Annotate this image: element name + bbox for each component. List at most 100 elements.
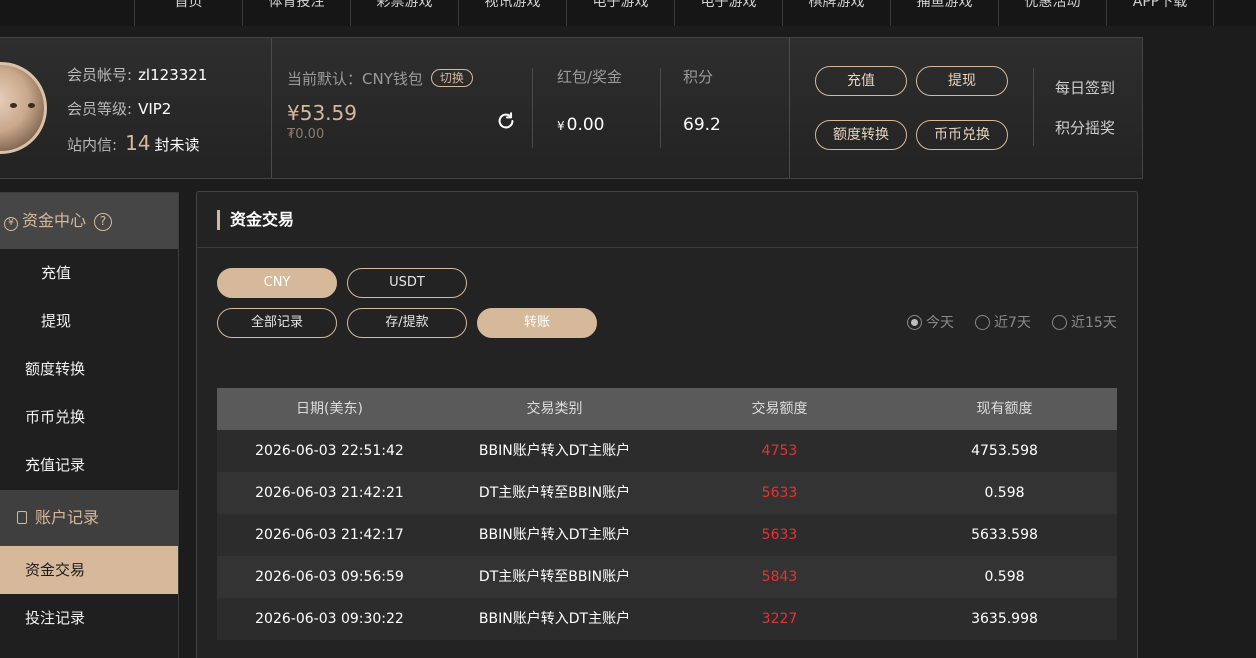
unread-text[interactable]: 封未读 [155,136,200,154]
points-info: 积分 69.2 [683,66,721,135]
filter-deposit-withdraw[interactable]: 存/提款 [347,308,467,338]
avatar[interactable] [0,62,47,154]
cell-type: BBIN账户转入DT主账户 [478,443,631,459]
table-body: 2026-06-03 22:51:42 BBIN账户转入DT主账户 4753 4… [217,430,1117,640]
unread-count[interactable]: 14 [125,131,150,155]
points-shake-link[interactable]: 积分摇奖 [1055,117,1115,138]
account-panel: 会员帐号: zl123321 会员等级: VIP2 站内信: 14 封未读 当前默认：C… [0,37,1143,179]
column-header-type: 交易类别 [526,401,583,417]
coin-exchange-button[interactable]: 币币兑换 [916,120,1008,150]
points-value: 69.2 [683,115,721,135]
daily-checkin-link[interactable]: 每日签到 [1055,77,1115,98]
deposit-button[interactable]: 充值 [815,66,907,96]
table-row: 2026-06-03 21:42:17 BBIN账户转入DT主账户 5633 5… [217,514,1117,556]
refresh-icon[interactable] [495,110,517,132]
bonus-label: 红包/奖金 [557,68,623,86]
radio-7-days[interactable]: 近7天 [975,314,1031,332]
nav-item-electronic[interactable]: 电子游戏 [566,0,674,26]
column-header-amount: 交易额度 [751,401,808,417]
sidebar: ¥ 资金中心? 充值 提现 额度转换 币币兑换 充值记录 账户记录 资金交易 投注… [0,192,179,658]
wallet-info: 当前默认：CNY钱包 切换 ¥53.59 ₮0.00 [287,68,473,142]
avatar-eye [10,103,17,108]
column-header-date: 日期(美东) [296,401,363,417]
member-info: 会员帐号: zl123321 会员等级: VIP2 站内信: 14 封未读 [67,64,207,166]
switch-wallet-button[interactable]: 切换 [430,69,473,87]
cell-date: 2026-06-03 21:42:17 [255,527,404,543]
sidebar-item-deposit[interactable]: 充值 [0,249,178,297]
table-row: 2026-06-03 09:30:22 BBIN账户转入DT主账户 3227 3… [217,598,1117,640]
transactions-table: 日期(美东) 交易类别 交易额度 现有额度 2026-06-03 22:51:4… [217,388,1117,640]
cell-balance: 4753.598 [971,443,1038,459]
tab-cny[interactable]: CNY [217,268,337,298]
filter-all-records[interactable]: 全部记录 [217,308,337,338]
table-row: 2026-06-03 09:56:59 DT主账户转至BBIN账户 5843 0… [217,556,1117,598]
sidebar-section-account-records[interactable]: 账户记录 [0,490,178,546]
cell-balance: 5633.598 [971,527,1038,543]
radio-dot-icon [1052,315,1067,330]
cell-balance: 0.598 [984,485,1025,501]
tab-usdt[interactable]: USDT [347,268,467,298]
account-value: zl123321 [138,66,208,84]
nav-item-home[interactable]: 首页 [134,0,242,26]
divider [789,38,790,178]
divider [271,38,272,178]
sidebar-item-fund-transactions[interactable]: 资金交易 [0,546,178,594]
sidebar-section-label: 账户记录 [35,508,100,527]
avatar-eye [28,103,35,108]
radio-15-days[interactable]: 近15天 [1052,314,1117,332]
coin-icon: ¥ [4,217,18,231]
nav-item-fishing[interactable]: 捕鱼游戏 [890,0,998,26]
nav-item-electronic-2[interactable]: 电子游戏 [674,0,782,26]
withdraw-button[interactable]: 提现 [916,66,1008,96]
sidebar-item-quota-transfer[interactable]: 额度转换 [0,345,178,393]
table-row: 2026-06-03 22:51:42 BBIN账户转入DT主账户 4753 4… [217,430,1117,472]
main-header: 资金交易 [197,192,1137,248]
sidebar-item-coin-exchange[interactable]: 币币兑换 [0,393,178,441]
radio-dot-icon [975,315,990,330]
nav-item-lottery[interactable]: 彩票游戏 [350,0,458,26]
bonus-currency: ¥ [557,119,565,133]
nav-item-promotions[interactable]: 优惠活动 [998,0,1106,26]
main-panel: 资金交易 CNY USDT 全部记录 存/提款 转账 今天 近7天 近15天 日… [196,191,1138,658]
radio-dot-icon [907,315,922,330]
cell-type: BBIN账户转入DT主账户 [478,611,631,627]
level-value: VIP2 [138,100,172,118]
sidebar-item-bet-records[interactable]: 投注记录 [0,594,178,642]
level-label: 会员等级: [67,100,133,118]
nav-item-app-download[interactable]: APP下载 [1106,0,1214,26]
points-label: 积分 [683,68,714,86]
nav-item-live[interactable]: 视讯游戏 [458,0,566,26]
sidebar-item-deposit-records[interactable]: 充值记录 [0,441,178,489]
radio-label: 近15天 [1071,315,1117,331]
inbox-label: 站内信: [67,136,118,154]
table-header: 日期(美东) 交易类别 交易额度 现有额度 [217,388,1117,430]
page-title: 资金交易 [217,210,294,230]
cell-date: 2026-06-03 22:51:42 [255,443,404,459]
column-header-balance: 现有额度 [976,401,1033,417]
cell-amount: 3227 [761,611,798,627]
nav-item-sports[interactable]: 体育投注 [242,0,350,26]
divider [660,68,661,148]
cell-type: DT主账户转至BBIN账户 [478,569,631,585]
quota-transfer-button[interactable]: 额度转换 [815,120,907,150]
document-icon [17,511,27,524]
cell-balance: 0.598 [984,569,1025,585]
divider [532,68,533,148]
cell-amount: 5843 [761,569,798,585]
divider [1033,68,1034,146]
nav-item-chess[interactable]: 棋牌游戏 [782,0,890,26]
radio-label: 今天 [926,315,954,331]
wallet-sub-amount: ₮0.00 [287,127,325,142]
top-nav: 首页 体育投注 彩票游戏 视讯游戏 电子游戏 电子游戏 棋牌游戏 捕鱼游戏 优惠… [0,0,1256,26]
account-label: 会员帐号: [67,66,133,84]
cell-balance: 3635.998 [971,611,1038,627]
filter-transfer[interactable]: 转账 [477,308,597,338]
cell-date: 2026-06-03 09:56:59 [255,569,404,585]
help-icon[interactable]: ? [94,213,113,231]
sidebar-section-funds[interactable]: ¥ 资金中心? [0,193,178,249]
wallet-label: 当前默认：CNY钱包 [287,70,423,88]
radio-today[interactable]: 今天 [907,314,954,332]
cell-amount: 4753 [761,443,798,459]
sidebar-item-withdraw[interactable]: 提现 [0,297,178,345]
cell-date: 2026-06-03 09:30:22 [255,611,404,627]
